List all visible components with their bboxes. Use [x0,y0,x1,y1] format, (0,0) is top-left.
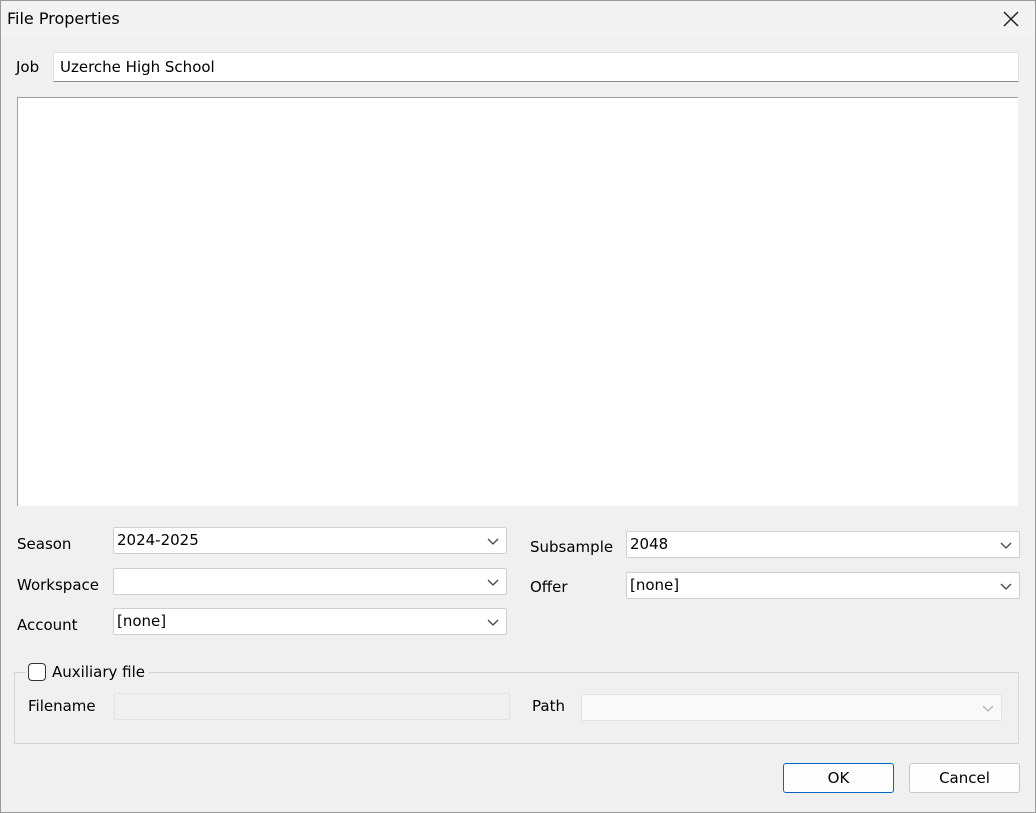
subsample-label: Subsample [530,538,614,556]
filename-label: Filename [28,697,96,715]
description-textarea[interactable] [17,97,1018,506]
chevron-down-icon [487,619,499,626]
ok-button[interactable]: OK [783,763,894,793]
job-label: Job [16,58,40,76]
offer-select[interactable]: [none] [626,572,1020,599]
auxiliary-file-checkbox[interactable]: Auxiliary file [26,661,149,683]
path-label: Path [532,697,565,715]
season-select[interactable]: 2024-2025 [113,527,507,554]
account-value: [none] [117,612,167,630]
offer-label: Offer [530,578,568,596]
file-properties-dialog: File Properties Job Uzerche High School … [0,0,1036,813]
account-select[interactable]: [none] [113,608,507,635]
close-icon [1003,11,1019,27]
subsample-select[interactable]: 2048 [626,531,1020,558]
job-input[interactable]: Uzerche High School [53,52,1019,82]
chevron-down-icon [1000,583,1012,590]
cancel-button[interactable]: Cancel [909,763,1020,793]
workspace-select[interactable] [113,568,507,595]
chevron-down-icon [982,705,994,712]
title-bar: File Properties [1,1,1035,37]
filename-input[interactable] [114,693,510,720]
subsample-value: 2048 [630,535,669,553]
window-title: File Properties [7,9,120,28]
season-value: 2024-2025 [117,531,199,549]
workspace-label: Workspace [17,576,99,594]
path-select[interactable] [581,694,1002,721]
auxiliary-file-label: Auxiliary file [52,663,145,681]
account-label: Account [17,616,78,634]
chevron-down-icon [1000,542,1012,549]
close-button[interactable] [993,5,1029,33]
season-label: Season [17,535,72,553]
chevron-down-icon [487,538,499,545]
checkbox-icon[interactable] [28,663,46,681]
offer-value: [none] [630,576,680,594]
chevron-down-icon [487,579,499,586]
